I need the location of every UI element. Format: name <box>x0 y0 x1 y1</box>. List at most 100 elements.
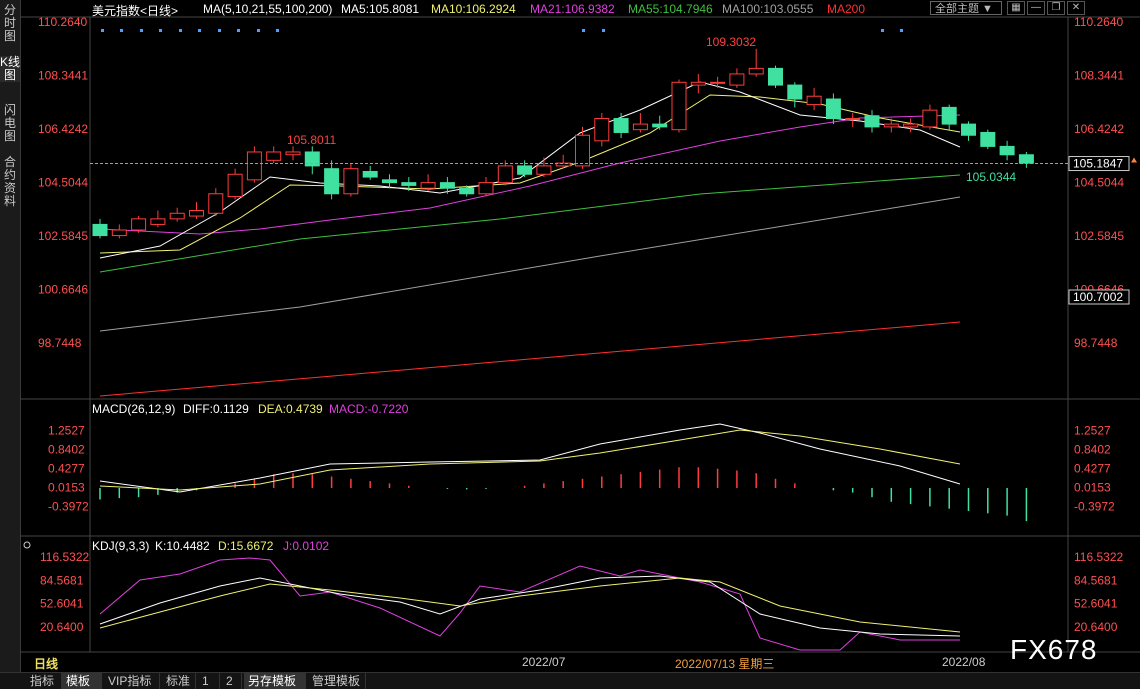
candle-body-47 <box>999 145 1015 156</box>
candle-body-13 <box>343 168 359 195</box>
candle-body-30 <box>671 81 687 131</box>
bottom-tab-7[interactable]: 管理模板 <box>308 673 366 689</box>
kdj-d-line <box>99 577 961 633</box>
candle-body-4 <box>169 212 185 220</box>
kdj-tick-left-2: 52.6041 <box>40 597 84 611</box>
mid-high-annotation: 105.8011 <box>287 133 336 147</box>
macd-tick-left-4: -0.3972 <box>48 499 89 513</box>
theme-label: 全部主题 <box>935 3 979 15</box>
kdj-tick-right-0: 116.5322 <box>1074 550 1123 564</box>
period-label[interactable]: 日线 <box>34 655 58 672</box>
price-tick-right-2: 106.4242 <box>1074 122 1124 136</box>
candle-body-0 <box>92 223 108 237</box>
signal-dot-11 <box>602 29 605 32</box>
kdj-j: J:0.0102 <box>283 539 330 553</box>
candle-body-35 <box>768 67 783 86</box>
candle-body-43 <box>922 109 938 128</box>
kdj-tick-right-1: 84.5681 <box>1074 573 1118 587</box>
price-tick-right-1: 108.3441 <box>1074 69 1124 83</box>
bottom-tab-4[interactable]: 1 <box>198 673 220 689</box>
candle-body-10 <box>285 151 301 156</box>
kline-chart[interactable]: 110.2640 110.2640 108.3441 108.3441 106.4242… <box>0 0 1140 672</box>
macd-tick-right-0: 1.2527 <box>1074 423 1111 437</box>
minus-icon[interactable]: — <box>1027 1 1045 15</box>
ma5-value: MA5:105.8081 <box>341 2 420 16</box>
macd-title: MACD(26,12,9) <box>92 402 176 416</box>
candle-body-19 <box>459 187 475 195</box>
candle-body-41 <box>883 123 899 128</box>
current-price-label: 105.1847 <box>1073 157 1123 171</box>
ma21-value: MA21:106.9382 <box>530 2 615 16</box>
kdj-tick-left-3: 20.6400 <box>40 620 84 634</box>
candle-body-27 <box>613 118 629 133</box>
macd-tick-right-1: 0.8402 <box>1074 442 1111 456</box>
signal-dot-2 <box>140 29 143 32</box>
watermark-logo: FX678 <box>1010 634 1098 665</box>
macd-tick-right-3: 0.0153 <box>1074 480 1111 494</box>
candle-body-33 <box>729 73 745 86</box>
signal-dot-10 <box>582 29 585 32</box>
candle-body-6 <box>208 193 224 214</box>
candle-body-16 <box>401 182 417 186</box>
restore-icon[interactable]: ❐ <box>1047 1 1065 15</box>
bottom-tab-1[interactable]: 模板 <box>62 673 102 689</box>
signal-dot-13 <box>900 29 903 32</box>
grid-icon[interactable]: ▦ <box>1007 1 1025 15</box>
signal-dot-9 <box>276 29 279 32</box>
bottom-tab-0[interactable]: 指标 <box>26 673 62 689</box>
candle-body-2 <box>131 218 147 231</box>
macd-tick-left-2: 0.4277 <box>48 461 85 475</box>
candle-body-48 <box>1018 154 1034 164</box>
candle-body-45 <box>961 123 976 136</box>
macd-diff: DIFF:0.1129 <box>183 402 249 416</box>
kdj-tick-right-3: 20.6400 <box>1074 620 1118 634</box>
ma100-value: MA100:103.0555 <box>722 2 814 16</box>
candle-body-24 <box>555 162 571 167</box>
ma-params: MA(5,10,21,55,100,200) <box>203 2 333 16</box>
candle-body-42 <box>903 123 919 128</box>
candle-body-40 <box>864 115 880 128</box>
signal-dot-3 <box>159 29 162 32</box>
candle-body-14 <box>362 170 378 178</box>
symbol-title: 美元指数<日线> <box>92 4 179 18</box>
candle-body-8 <box>246 151 262 181</box>
bottom-tab-5[interactable]: 2 <box>222 673 242 689</box>
candle-body-37 <box>806 95 822 106</box>
bottom-tab-6[interactable]: 另存模板 <box>244 673 306 689</box>
candle-body-38 <box>825 98 841 120</box>
bottom-tab-3[interactable]: 标准 <box>162 673 196 689</box>
candle-body-28 <box>632 123 648 131</box>
macd-dea: DEA:0.4739 <box>258 402 323 416</box>
signal-dot-7 <box>237 29 240 32</box>
signal-dot-6 <box>218 29 221 32</box>
bottom-toolbar: 指标 模板 VIP指标 标准 1 2 另存模板 管理模板 <box>0 672 1140 689</box>
kdj-k: K:10.4482 <box>155 539 210 553</box>
marker-price-label: 100.7002 <box>1073 290 1123 304</box>
signal-dot-4 <box>179 29 182 32</box>
high-annotation: 109.3032 <box>706 35 756 49</box>
macd-tick-left-1: 0.8402 <box>48 442 85 456</box>
bottom-tab-2[interactable]: VIP指标 <box>104 673 160 689</box>
close-icon[interactable]: ✕ <box>1067 1 1085 15</box>
current-price-arrow <box>1131 157 1137 163</box>
price-tick-left-6: 98.7448 <box>38 336 82 350</box>
theme-dropdown[interactable]: 全部主题 ▼ <box>930 1 1002 15</box>
candle-body-9 <box>266 151 282 161</box>
price-tick-left-5: 100.6646 <box>38 283 88 297</box>
kdj-tick-left-0: 116.5322 <box>40 550 89 564</box>
price-tick-left-4: 102.5845 <box>38 229 88 243</box>
candle-body-3 <box>150 218 166 225</box>
candle-body-25 <box>575 134 590 167</box>
price-tick-left-2: 106.4242 <box>38 122 88 136</box>
macd-tick-left-3: 0.0153 <box>48 480 85 494</box>
pane-marker-icon <box>23 541 31 549</box>
candle-body-12 <box>324 168 340 195</box>
ma200-value: MA200 <box>827 2 866 16</box>
ma10-value: MA10:106.2924 <box>431 2 516 16</box>
price-tick-left-3: 104.5044 <box>38 176 88 190</box>
price-tick-right-0: 110.2640 <box>1074 15 1123 29</box>
kdj-d: D:15.6672 <box>218 539 274 553</box>
candle-body-29 <box>652 123 668 128</box>
price-tick-right-3: 104.5044 <box>1074 176 1124 190</box>
candle-body-26 <box>594 118 610 142</box>
